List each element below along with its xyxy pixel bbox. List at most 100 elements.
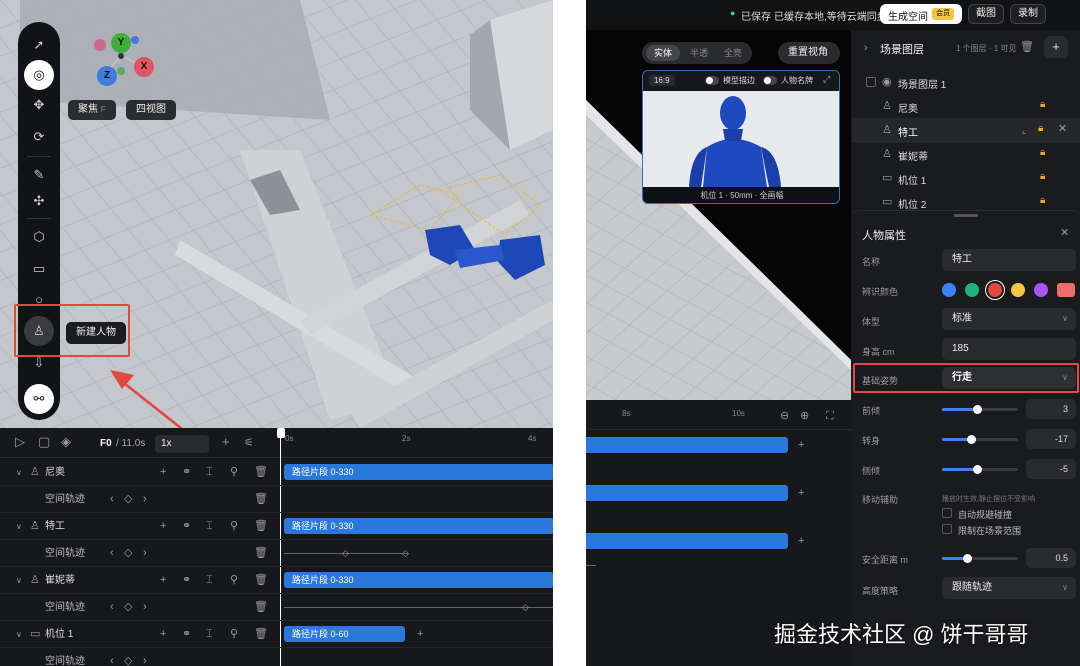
keyframe-diamond-icon[interactable]: ◇	[402, 547, 409, 559]
delete-layer-icon[interactable]: 🗑	[1020, 41, 1034, 53]
camera-preview[interactable]: 16:9 模型描边 人物名牌 ⤢ 机位 1 · 50mm · 全画幅	[642, 70, 840, 204]
drag-handle[interactable]	[954, 214, 978, 217]
color-swatch[interactable]	[988, 283, 1002, 297]
delete-icon[interactable]: 🗑	[254, 466, 268, 478]
mode-full-bright[interactable]: 全亮	[718, 45, 748, 61]
prev-key-icon[interactable]: ‹	[110, 655, 114, 666]
outline-toggle[interactable]	[705, 76, 719, 85]
delete-icon[interactable]: 🗑	[254, 601, 268, 613]
transform-tool-icon[interactable]: ✣	[24, 186, 54, 216]
layer-item[interactable]: ▭ 机位 1 🔒︎	[852, 166, 1080, 191]
delete-icon[interactable]: 🗑	[254, 628, 268, 640]
add-key-icon[interactable]: +	[160, 520, 166, 532]
next-key-icon[interactable]: ›	[143, 493, 147, 505]
play-icon[interactable]: ▷	[15, 435, 25, 448]
layer-item-selected[interactable]: ♙ 特工 ⌞ 🔒︎ ✕	[852, 118, 1080, 143]
add-clip-icon[interactable]: +	[798, 439, 804, 451]
pin-icon[interactable]: ⚲	[230, 628, 238, 640]
height-strategy-select[interactable]: 跟随轨迹 ∨	[942, 577, 1076, 599]
keyframe-diamond-icon[interactable]: ◇	[124, 655, 132, 666]
y-axis-handle[interactable]: Y	[111, 33, 131, 53]
add-track-icon[interactable]: +	[222, 435, 230, 448]
lean-slider[interactable]	[942, 405, 1018, 414]
color-swatch[interactable]	[1034, 283, 1048, 297]
path-clip[interactable]: 路径片段 0-330	[284, 572, 553, 588]
collapse-chevron-icon[interactable]: ∨	[16, 629, 22, 641]
add-clip-icon[interactable]: +	[417, 628, 423, 640]
x-axis-handle[interactable]: X	[134, 57, 154, 77]
playhead-handle[interactable]	[277, 428, 285, 438]
add-key-icon[interactable]: +	[160, 628, 166, 640]
link-icon[interactable]: ⚭	[182, 520, 191, 532]
layer-item[interactable]: ▭ 机位 2 🔒︎	[852, 190, 1080, 210]
delete-icon[interactable]: 🗑	[254, 493, 268, 505]
limit-checkbox[interactable]	[942, 524, 952, 534]
pin-icon[interactable]: ⚲	[230, 466, 238, 478]
tilt-slider[interactable]	[942, 465, 1018, 474]
lock-icon[interactable]: 🔒︎	[1040, 195, 1045, 206]
track-row[interactable]: ∨ ♙ 特工 + ⚭ ⌶ ⚲ 🗑 路径片段 0-330	[0, 513, 553, 540]
path-clip[interactable]: 路径片段 0-60	[284, 626, 405, 642]
turn-value[interactable]: -17	[1026, 429, 1076, 449]
lock-icon[interactable]: 🔒︎	[1040, 99, 1045, 110]
zoom-out-icon[interactable]: ⊖	[780, 410, 789, 422]
nameplate-toggle[interactable]	[763, 76, 777, 85]
next-key-icon[interactable]: ›	[143, 601, 147, 613]
delete-icon[interactable]: 🗑	[254, 574, 268, 586]
link-icon[interactable]: ⚭	[182, 628, 191, 640]
mode-translucent[interactable]: 半透	[684, 45, 714, 61]
track-row[interactable]: ∨ ▭ 机位 1 + ⚭ ⌶ ⚲ 🗑 路径片段 0-60 +	[0, 621, 553, 648]
color-swatch[interactable]	[1057, 283, 1075, 297]
keyframe-diamond-icon[interactable]: ◇	[342, 547, 349, 559]
add-layer-button[interactable]: +	[1044, 36, 1068, 58]
fit-icon[interactable]: ⛶	[826, 410, 834, 422]
record-button[interactable]: 录制	[1010, 4, 1046, 24]
prev-key-icon[interactable]: ‹	[110, 547, 114, 559]
settings-toggle-icon[interactable]: ⚯	[24, 384, 54, 414]
move-tool-icon[interactable]: ✥	[24, 90, 54, 120]
orbit-tool-icon[interactable]: ◎	[24, 60, 54, 90]
add-key-icon[interactable]: +	[160, 466, 166, 478]
path-clip[interactable]: 路径片段 0-330	[284, 464, 553, 480]
close-icon[interactable]: ✕	[1058, 123, 1067, 135]
cube-tool-icon[interactable]: ⬡	[24, 222, 54, 252]
mode-solid[interactable]: 实体	[646, 45, 680, 61]
color-swatch[interactable]	[942, 283, 956, 297]
reset-view-button[interactable]: 重置视角	[778, 42, 840, 64]
pin-icon[interactable]: ⚲	[230, 520, 238, 532]
z-axis-handle[interactable]: Z	[97, 66, 117, 86]
timeline-settings-icon[interactable]: ⚟	[244, 437, 254, 449]
close-icon[interactable]: ✕	[1060, 227, 1069, 239]
pin-icon[interactable]: ⚲	[230, 574, 238, 586]
height-input[interactable]: 185	[942, 338, 1076, 360]
delete-icon[interactable]: 🗑	[254, 547, 268, 559]
zoom-in-icon[interactable]: ⊕	[800, 410, 809, 422]
lean-value[interactable]: 3	[1026, 399, 1076, 419]
layer-item[interactable]: ♙ 尼奥 🔒︎	[852, 94, 1080, 119]
path-clip-end[interactable]	[586, 533, 788, 549]
speed-select[interactable]: 1x	[155, 435, 209, 453]
camera-tool-icon[interactable]: ▭	[24, 254, 54, 284]
four-view-button[interactable]: 四视图	[126, 100, 176, 120]
keyframe-icon[interactable]: ◈	[61, 435, 71, 448]
next-key-icon[interactable]: ›	[143, 655, 147, 666]
keyframe-diamond-icon[interactable]: ◇	[124, 547, 132, 559]
path-icon[interactable]: ⌞	[1022, 124, 1026, 136]
focus-button[interactable]: 聚焦 F	[68, 100, 116, 120]
select-tool-icon[interactable]: ➚	[24, 30, 54, 60]
collapse-chevron-icon[interactable]: ∨	[16, 521, 22, 533]
layer-item[interactable]: ♙ 崔妮蒂 🔒︎	[852, 142, 1080, 167]
track-row[interactable]: ∨ ♙ 尼奥 + ⚭ ⌶ ⚲ 🗑 路径片段 0-330	[0, 459, 553, 486]
tilt-value[interactable]: -5	[1026, 459, 1076, 479]
slider-knob[interactable]	[967, 435, 976, 444]
safe-distance-slider[interactable]	[942, 554, 1018, 563]
split-icon[interactable]: ⌶	[206, 574, 213, 586]
screenshot-button[interactable]: 截图	[968, 4, 1004, 24]
avoid-checkbox[interactable]	[942, 508, 952, 518]
link-icon[interactable]: ⚭	[182, 466, 191, 478]
color-swatch[interactable]	[1011, 283, 1025, 297]
rotate-tool-icon[interactable]: ⟳	[24, 122, 54, 152]
body-type-select[interactable]: 标准 ∨	[942, 308, 1076, 330]
prev-key-icon[interactable]: ‹	[110, 601, 114, 613]
split-icon[interactable]: ⌶	[206, 466, 213, 478]
